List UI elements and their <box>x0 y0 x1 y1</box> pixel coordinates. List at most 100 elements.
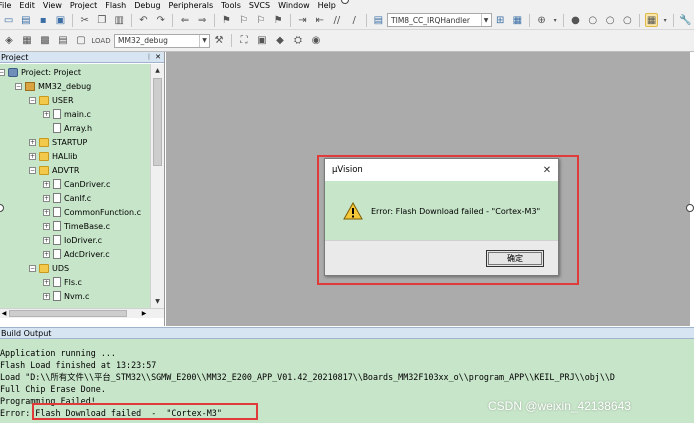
tree-item[interactable]: + Fls.c <box>43 275 82 289</box>
scroll-down-icon[interactable]: ▼ <box>151 295 164 308</box>
tree-item[interactable]: + Nvm.c <box>43 289 89 303</box>
nav-back-icon[interactable]: ⇐ <box>178 13 191 27</box>
menu-view[interactable]: View <box>39 0 66 11</box>
manage-rte-icon[interactable]: ◆ <box>273 34 287 48</box>
tree-vertical-scrollbar[interactable]: ▲ ▼ <box>150 64 164 308</box>
incremental-find-icon[interactable]: ▦ <box>511 13 524 27</box>
pack-installer-icon[interactable]: ⛭ <box>291 34 305 48</box>
collapse-icon[interactable]: − <box>29 166 36 174</box>
tree-horizontal-scrollbar[interactable]: ◀ ▶ <box>0 308 164 318</box>
copy-icon[interactable]: ❐ <box>95 13 108 27</box>
menu-tools[interactable]: Tools <box>217 0 245 11</box>
scroll-left-icon[interactable]: ◀ <box>0 310 8 317</box>
new-file-icon[interactable]: ▭ <box>2 13 15 27</box>
chevron-down-icon[interactable]: ▾ <box>662 13 668 27</box>
indent-icon[interactable]: ⇥ <box>296 13 309 27</box>
configure-icon[interactable]: 🔧 <box>679 13 692 27</box>
stop-build-icon[interactable]: ▢ <box>74 34 88 48</box>
collapse-icon[interactable]: − <box>29 264 36 272</box>
expand-icon[interactable]: + <box>43 194 50 202</box>
expand-icon[interactable]: + <box>29 152 36 160</box>
menu-help[interactable]: Help <box>314 0 340 11</box>
bookmark-prev-icon[interactable]: ⚐ <box>237 13 250 27</box>
bookmark-clear-icon[interactable]: ⚑ <box>272 13 285 27</box>
expand-icon[interactable]: + <box>43 208 50 216</box>
expand-icon[interactable]: + <box>43 292 50 300</box>
tree-item[interactable]: Array.h <box>43 121 92 135</box>
find-in-files-icon[interactable]: ▤ <box>372 13 385 27</box>
expand-icon[interactable]: + <box>43 110 50 118</box>
expand-icon[interactable]: + <box>43 250 50 258</box>
unindent-icon[interactable]: ⇤ <box>313 13 326 27</box>
collapse-icon[interactable]: − <box>0 68 5 76</box>
expand-icon[interactable]: + <box>43 278 50 286</box>
nav-forward-icon[interactable]: ⇒ <box>196 13 209 27</box>
build-icon[interactable]: ▦ <box>20 34 34 48</box>
menu-flash[interactable]: Flash <box>101 0 130 11</box>
expand-icon[interactable]: + <box>43 180 50 188</box>
expand-icon[interactable]: + <box>29 138 36 146</box>
rebuild-icon[interactable]: ▩ <box>38 34 52 48</box>
pin-icon[interactable]: ᛁ <box>147 53 151 61</box>
manage-components-icon[interactable]: ⛶ <box>237 34 251 48</box>
open-file-icon[interactable]: ▤ <box>19 13 32 27</box>
menu-svcs[interactable]: SVCS <box>245 0 274 11</box>
debug-start-icon[interactable]: ⊕ <box>535 13 548 27</box>
chevron-down-icon[interactable]: ▼ <box>480 14 491 26</box>
menu-peripherals[interactable]: Peripherals <box>165 0 218 11</box>
scroll-thumb[interactable] <box>153 78 162 166</box>
chevron-down-icon[interactable]: ▼ <box>199 34 209 47</box>
close-icon[interactable]: ✕ <box>155 53 161 61</box>
select-packs-icon[interactable]: ▣ <box>255 34 269 48</box>
scroll-right-icon[interactable]: ▶ <box>140 310 148 317</box>
paste-icon[interactable]: ▥ <box>113 13 126 27</box>
uncomment-icon[interactable]: / <box>348 13 361 27</box>
undo-icon[interactable]: ↶ <box>137 13 150 27</box>
target-combo[interactable]: MM32_debug ▼ <box>114 33 210 48</box>
bookmark-icon[interactable]: ⚑ <box>220 13 233 27</box>
menu-debug[interactable]: Debug <box>130 0 164 11</box>
collapse-icon[interactable]: − <box>29 96 36 104</box>
download-icon[interactable]: LOAD <box>91 34 110 48</box>
tree-item[interactable]: + AdcDriver.c <box>43 247 110 261</box>
tree-item[interactable]: + CommonFunction.c <box>43 205 141 219</box>
breakpoint-disable-icon[interactable]: ○ <box>586 13 599 27</box>
tree-item[interactable]: + main.c <box>43 107 91 121</box>
find-icon[interactable]: ⊞ <box>494 13 507 27</box>
expand-icon[interactable]: + <box>43 222 50 230</box>
tree-item[interactable]: − Project: Project <box>0 65 81 79</box>
breakpoint-icon[interactable]: ● <box>569 13 582 27</box>
tree-item[interactable]: + CanIf.c <box>43 191 91 205</box>
tree-item[interactable]: + STARTUP <box>29 135 87 149</box>
menu-project[interactable]: Project <box>66 0 101 11</box>
comment-icon[interactable]: // <box>330 13 343 27</box>
tree-item[interactable]: − UDS <box>29 261 69 275</box>
tree-item[interactable]: + HALlib <box>29 149 77 163</box>
save-all-icon[interactable]: ▣ <box>54 13 67 27</box>
collapse-icon[interactable]: − <box>15 82 22 90</box>
function-combo[interactable]: TIM8_CC_IRQHandler ▼ <box>387 13 492 27</box>
bookmark-next-icon[interactable]: ⚐ <box>254 13 267 27</box>
scroll-thumb[interactable] <box>9 310 127 317</box>
tree-item[interactable]: − ADVTR <box>29 163 79 177</box>
tree-item[interactable]: − MM32_debug <box>15 79 91 93</box>
menu-file[interactable]: File <box>0 0 15 11</box>
expand-icon[interactable]: + <box>43 236 50 244</box>
tree-item[interactable]: + IoDriver.c <box>43 233 102 247</box>
cut-icon[interactable]: ✂ <box>78 13 91 27</box>
target-options-icon[interactable]: ⚒ <box>212 34 226 48</box>
tree-item[interactable]: − USER <box>29 93 74 107</box>
manage-sw-icon[interactable]: ◉ <box>309 34 323 48</box>
scroll-up-icon[interactable]: ▲ <box>151 64 164 77</box>
save-icon[interactable]: ▪ <box>37 13 50 27</box>
batch-build-icon[interactable]: ▤ <box>56 34 70 48</box>
tree-item[interactable]: + CanDriver.c <box>43 177 110 191</box>
breakpoint-kill-icon[interactable]: ○ <box>621 13 634 27</box>
chevron-down-icon[interactable]: ▾ <box>552 13 558 27</box>
menu-edit[interactable]: Edit <box>15 0 39 11</box>
menu-window[interactable]: Window <box>274 0 314 11</box>
tree-item[interactable]: + TimeBase.c <box>43 219 110 233</box>
translate-icon[interactable]: ◈ <box>2 34 16 48</box>
window-layout-icon[interactable]: ▦ <box>644 13 659 27</box>
breakpoint-clear-icon[interactable]: ○ <box>603 13 616 27</box>
